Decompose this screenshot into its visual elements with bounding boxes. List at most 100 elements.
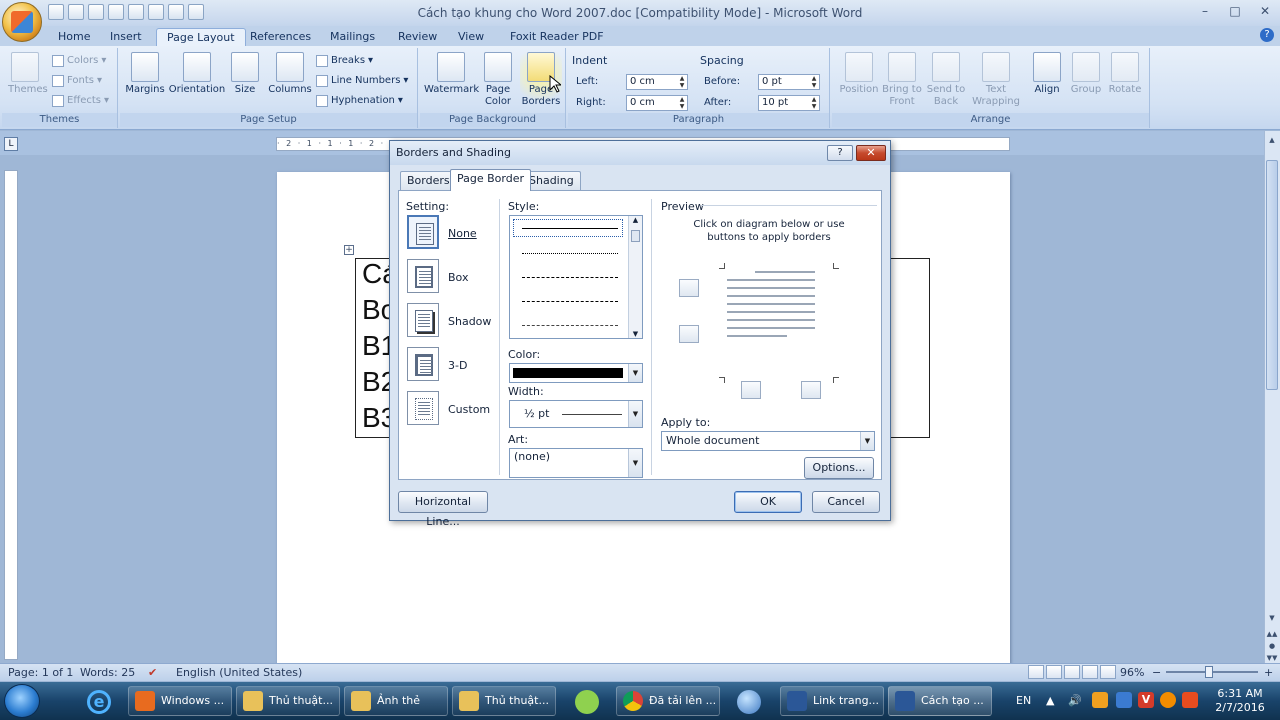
ok-button[interactable]: OK <box>734 491 802 513</box>
line-numbers-button[interactable]: Line Numbers ▾ <box>316 72 408 90</box>
size-button[interactable]: Size <box>230 52 260 95</box>
tray-app-icon[interactable] <box>1182 692 1198 708</box>
taskbar-item[interactable]: Đã tải lên ... <box>616 686 720 716</box>
group-button[interactable]: Group <box>1068 52 1104 95</box>
full-screen-reading-icon[interactable] <box>1046 665 1062 679</box>
outline-icon[interactable] <box>1082 665 1098 679</box>
spacing-before-input[interactable]: 0 pt ▲ ▼ <box>758 74 820 90</box>
style-list[interactable]: ▲ ▼ <box>509 215 643 339</box>
tray-app-icon[interactable] <box>1160 692 1176 708</box>
language-indicator[interactable]: English (United States) <box>176 666 302 679</box>
indent-left-input[interactable]: 0 cm ▲ ▼ <box>626 74 688 90</box>
tray-v-icon[interactable]: V <box>1138 692 1154 708</box>
print-layout-icon[interactable] <box>1028 665 1044 679</box>
setting-shadow-label[interactable]: Shadow <box>448 315 491 328</box>
dialog-close-button[interactable]: ✕ <box>856 145 886 161</box>
vertical-ruler[interactable] <box>4 170 18 660</box>
proofing-icon[interactable]: ✔ <box>148 666 157 679</box>
fonts-button[interactable]: Fonts ▾ <box>52 72 102 90</box>
setting-box-label[interactable]: Box <box>448 271 468 284</box>
scrollbar-thumb[interactable] <box>631 230 640 242</box>
table-move-handle-icon[interactable]: + <box>344 245 354 255</box>
style-option-dashed-small[interactable] <box>522 277 618 278</box>
zoom-in-button[interactable]: + <box>1264 666 1273 679</box>
tab-page-layout[interactable]: Page Layout <box>156 28 246 46</box>
zoom-out-button[interactable]: − <box>1152 666 1161 679</box>
hyphenation-button[interactable]: Hyphenation ▾ <box>316 92 403 110</box>
text-wrapping-button[interactable]: Text Wrapping <box>968 52 1024 108</box>
tray-expand-icon[interactable]: ▲ <box>1046 694 1054 707</box>
send-to-back-button[interactable]: Send to Back <box>924 52 968 108</box>
previous-page-icon[interactable]: ▲▲ <box>1266 628 1278 640</box>
scroll-down-icon[interactable]: ▼ <box>1266 612 1278 624</box>
style-option-dash-dot[interactable] <box>522 325 618 326</box>
tab-page-border[interactable]: Page Border <box>450 169 532 191</box>
left-border-button[interactable] <box>741 381 761 399</box>
language-bar[interactable]: EN <box>1016 694 1031 707</box>
tab-view[interactable]: View <box>448 28 494 46</box>
themes-button[interactable]: Themes <box>8 52 48 95</box>
tab-home[interactable]: Home <box>48 28 100 46</box>
indent-right-input[interactable]: 0 cm ▲ ▼ <box>626 95 688 111</box>
chevron-down-icon[interactable]: ▼ <box>860 432 874 450</box>
margins-button[interactable]: Margins <box>124 52 166 95</box>
office-button[interactable] <box>2 2 42 42</box>
color-dropdown[interactable]: ▼ <box>509 363 643 383</box>
volume-icon[interactable]: 🔊 <box>1068 694 1082 707</box>
spacing-after-input[interactable]: 10 pt ▲ ▼ <box>758 95 820 111</box>
bottom-border-button[interactable] <box>679 325 699 343</box>
zoom-level[interactable]: 96% <box>1120 666 1144 679</box>
spinner-icon[interactable]: ▲ ▼ <box>809 75 819 89</box>
colors-button[interactable]: Colors ▾ <box>52 52 106 70</box>
effects-button[interactable]: Effects ▾ <box>52 92 109 110</box>
tab-borders[interactable]: Borders <box>400 171 457 190</box>
start-button[interactable] <box>4 684 40 718</box>
spinner-icon[interactable]: ▲ ▼ <box>809 96 819 110</box>
setting-3d-icon[interactable] <box>407 347 439 381</box>
setting-custom-icon[interactable] <box>407 391 439 425</box>
horizontal-line-button[interactable]: Horizontal Line... <box>398 491 488 528</box>
chevron-down-icon[interactable]: ▼ <box>628 401 642 427</box>
right-border-button[interactable] <box>801 381 821 399</box>
setting-none-icon[interactable] <box>407 215 439 249</box>
chevron-down-icon[interactable]: ▼ <box>628 364 642 382</box>
word-count[interactable]: Words: 25 <box>80 666 135 679</box>
page-color-button[interactable]: Page Color <box>480 52 516 108</box>
tab-foxit-reader-pdf[interactable]: Foxit Reader PDF <box>500 28 614 46</box>
chevron-down-icon[interactable]: ▼ <box>628 449 642 477</box>
watermark-button[interactable]: Watermark <box>424 52 479 95</box>
scrollbar-thumb[interactable] <box>1266 160 1278 390</box>
style-list-scrollbar[interactable]: ▲ ▼ <box>628 216 642 338</box>
scroll-down-icon[interactable]: ▼ <box>629 330 642 338</box>
tab-review[interactable]: Review <box>388 28 447 46</box>
setting-shadow-icon[interactable] <box>407 303 439 337</box>
setting-box-icon[interactable] <box>407 259 439 293</box>
green-app-icon[interactable] <box>562 686 612 716</box>
clock[interactable]: 6:31 AM 2/7/2016 <box>1200 686 1280 715</box>
browse-object-icon[interactable]: ● <box>1266 640 1278 652</box>
globe-app-icon[interactable] <box>724 686 774 716</box>
taskbar-item[interactable]: Windows ... <box>128 686 232 716</box>
taskbar-item-active[interactable]: Cách tạo ... <box>888 686 992 716</box>
breaks-button[interactable]: Breaks ▾ <box>316 52 373 70</box>
close-button[interactable]: ✕ <box>1250 0 1280 22</box>
scroll-up-icon[interactable]: ▲ <box>1266 134 1278 146</box>
minimize-button[interactable]: – <box>1190 0 1220 22</box>
width-dropdown[interactable]: ½ pt ▼ <box>509 400 643 428</box>
spinner-icon[interactable]: ▲ ▼ <box>677 75 687 89</box>
tab-insert[interactable]: Insert <box>100 28 152 46</box>
scroll-up-icon[interactable]: ▲ <box>629 216 642 224</box>
style-option-solid[interactable] <box>522 228 618 229</box>
rotate-button[interactable]: Rotate <box>1106 52 1144 95</box>
art-dropdown[interactable]: (none) ▼ <box>509 448 643 478</box>
apply-to-dropdown[interactable]: Whole document ▼ <box>661 431 875 451</box>
tab-mailings[interactable]: Mailings <box>320 28 385 46</box>
draft-icon[interactable] <box>1100 665 1116 679</box>
internet-explorer-icon[interactable]: e <box>74 686 124 716</box>
taskbar-item[interactable]: Thủ thuật... <box>452 686 556 716</box>
align-button[interactable]: Align <box>1030 52 1064 95</box>
ruler-toggle-button[interactable]: L <box>4 137 18 151</box>
taskbar-item[interactable]: Link trang... <box>780 686 884 716</box>
page-count[interactable]: Page: 1 of 1 <box>8 666 73 679</box>
setting-3d-label[interactable]: 3-D <box>448 359 467 372</box>
